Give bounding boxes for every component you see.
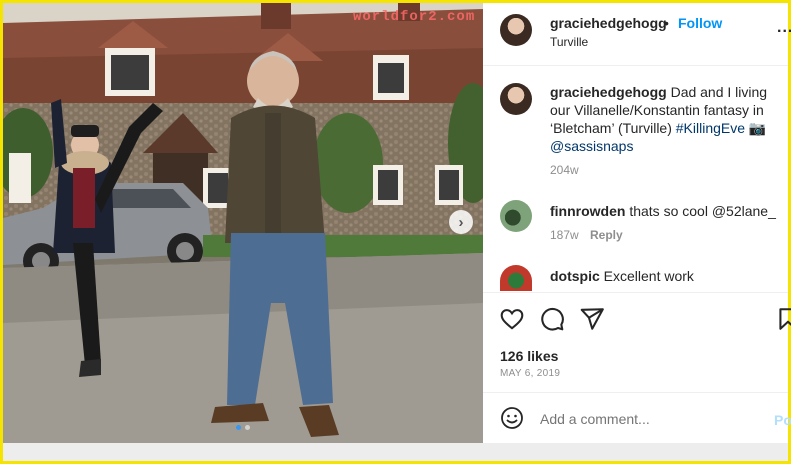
paper-plane-icon[interactable] — [579, 306, 605, 332]
smiley-icon[interactable] — [500, 406, 524, 430]
camera-icon: 📷 — [748, 120, 767, 136]
add-comment-divider — [483, 392, 788, 393]
reply-button[interactable]: Reply — [590, 228, 623, 242]
comment-time: 187w — [550, 228, 579, 242]
post-photo[interactable]: worldfor2.com › — [3, 3, 483, 444]
slide-dot-active — [236, 425, 241, 430]
caption-mention[interactable]: @sassisnaps — [550, 138, 633, 154]
next-slide-button[interactable]: › — [449, 210, 473, 234]
heart-icon[interactable] — [499, 306, 525, 332]
watermark-text: worldfor2.com — [353, 9, 476, 25]
likes-count[interactable]: 126 likes — [500, 348, 558, 364]
comments-divider — [483, 292, 788, 293]
comment-row: finnrowden thats so cool @52lane_ — [550, 202, 788, 220]
slide-indicator — [3, 425, 483, 430]
post-side-panel: graciehedgehogg • Follow Turville ... gr… — [483, 3, 791, 444]
bookmark-icon[interactable] — [775, 306, 791, 332]
add-comment-input[interactable] — [540, 411, 750, 427]
header-divider — [483, 65, 788, 66]
header-location[interactable]: Turville — [550, 35, 588, 49]
post-comment-button[interactable]: Po — [774, 412, 791, 428]
ellipsis-icon[interactable]: ... — [777, 19, 791, 37]
chevron-right-icon: › — [458, 213, 464, 231]
caption-time: 204w — [550, 163, 579, 177]
caption-hashtag[interactable]: #KillingEve — [676, 120, 745, 136]
slide-dot — [245, 425, 250, 430]
comment-row: dotspic Excellent work — [550, 267, 788, 285]
caption-text: graciehedgehogg Dad and I living our Vil… — [550, 83, 788, 155]
photo-illustration — [3, 3, 483, 444]
comment-avatar[interactable] — [500, 200, 532, 232]
header-username[interactable]: graciehedgehogg — [550, 15, 667, 31]
post-date: MAY 6, 2019 — [500, 368, 561, 379]
comment-username[interactable]: finnrowden — [550, 203, 625, 219]
caption-avatar[interactable] — [500, 83, 532, 115]
header-separator: • — [664, 15, 669, 31]
bottom-strip — [3, 443, 788, 461]
header-avatar[interactable] — [500, 14, 532, 46]
comment-body: thats so cool @52lane_ — [629, 203, 776, 219]
follow-button[interactable]: Follow — [678, 15, 722, 31]
caption-username[interactable]: graciehedgehogg — [550, 84, 667, 100]
comment-body: Excellent work — [603, 268, 694, 284]
comment-icon[interactable] — [539, 306, 565, 332]
comment-avatar[interactable] — [500, 265, 532, 291]
comment-username[interactable]: dotspic — [550, 268, 600, 284]
